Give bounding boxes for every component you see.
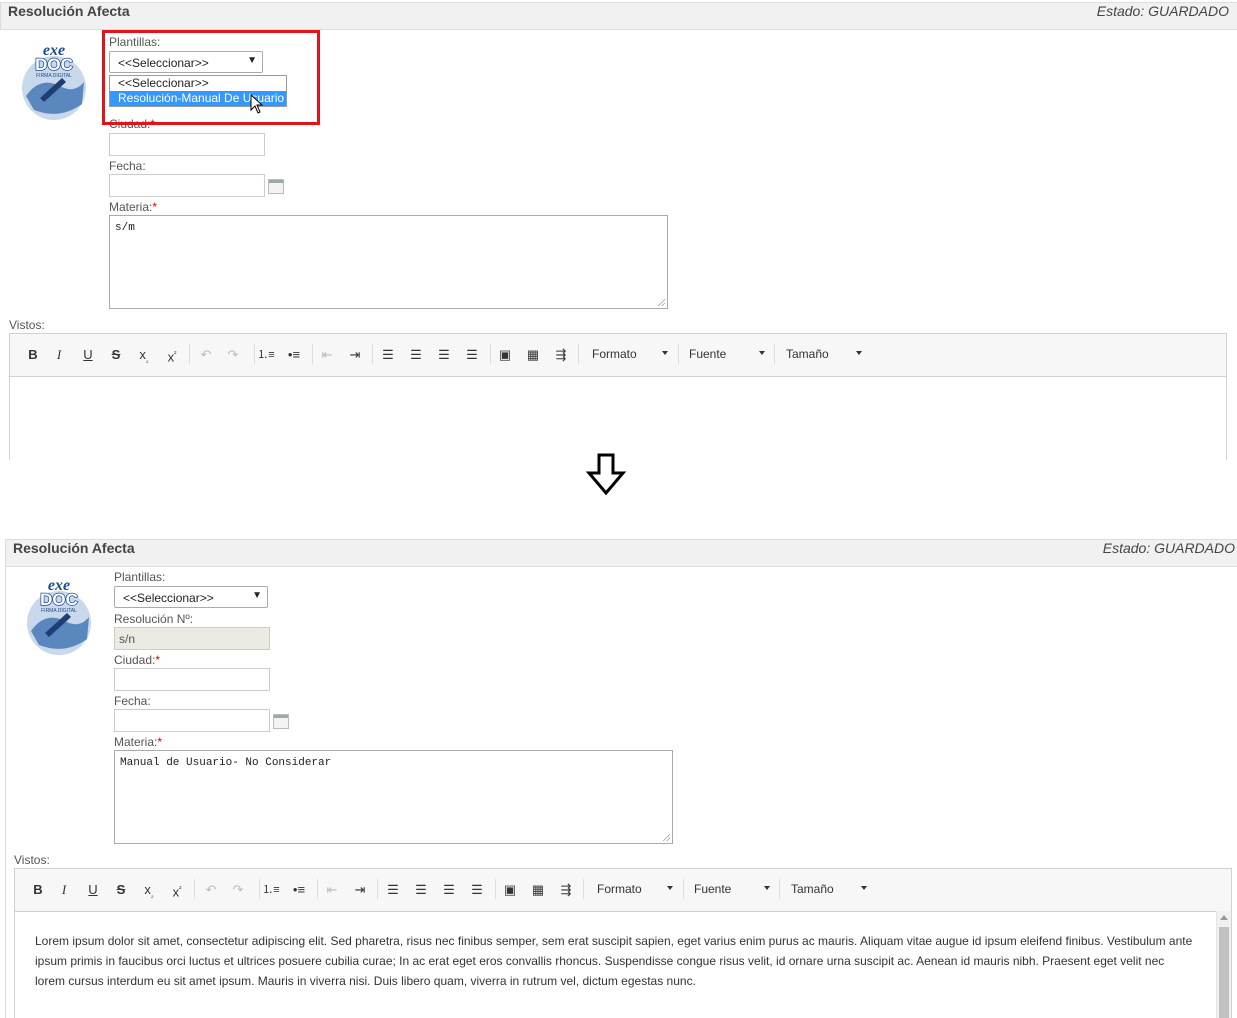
panel-title: Resolución Afecta xyxy=(8,3,130,19)
materia-label: Materia:* xyxy=(109,200,158,214)
redo-icon[interactable]: ↷ xyxy=(223,347,243,363)
undo-icon[interactable]: ↶ xyxy=(201,882,221,898)
size-dropdown[interactable]: Tamaño xyxy=(786,347,864,361)
plantillas-selected: <<Seleccionar>> xyxy=(123,591,214,605)
materia-label: Materia:* xyxy=(114,735,163,749)
resize-handle-icon[interactable] xyxy=(662,833,670,841)
indent-icon[interactable]: ⇥ xyxy=(350,882,370,898)
fecha-field[interactable] xyxy=(109,174,265,197)
vistos-editor[interactable]: B I U S x₂ x² ↶ ↷ ⒈≡ •≡ ⇤ ⇥ ☰ ☰ ☰ ☰ ▣ ▦ … xyxy=(14,868,1232,1018)
align-left-icon[interactable]: ☰ xyxy=(378,347,398,363)
page-break-icon[interactable]: ⇶ xyxy=(556,882,576,898)
strikethrough-icon[interactable]: S xyxy=(111,882,131,898)
editor-content[interactable]: Lorem ipsum dolor sit amet, consectetur … xyxy=(35,931,1195,991)
italic-icon[interactable]: I xyxy=(49,347,69,363)
align-justify-icon[interactable]: ☰ xyxy=(462,347,482,363)
arrow-down-icon xyxy=(585,453,627,495)
ciudad-field[interactable] xyxy=(114,668,270,691)
status-text: Estado: GUARDADO xyxy=(1096,3,1229,19)
vistos-editor[interactable]: B I U S x₂ x² ↶ ↷ ⒈≡ •≡ ⇤ ⇥ ☰ ☰ ☰ ☰ ▣ ▦ … xyxy=(9,333,1227,460)
align-justify-icon[interactable]: ☰ xyxy=(467,882,487,898)
resize-handle-icon[interactable] xyxy=(657,298,665,306)
align-center-icon[interactable]: ☰ xyxy=(411,882,431,898)
redo-icon[interactable]: ↷ xyxy=(228,882,248,898)
status-text: Estado: GUARDADO xyxy=(1102,540,1235,556)
indent-icon[interactable]: ⇥ xyxy=(345,347,365,363)
materia-value: s/m xyxy=(115,222,135,234)
materia-textarea[interactable]: s/m xyxy=(109,215,668,309)
editor-toolbar: B I U S x₂ x² ↶ ↷ ⒈≡ •≡ ⇤ ⇥ ☰ ☰ ☰ ☰ ▣ ▦ … xyxy=(15,869,1231,912)
chevron-down-icon: ▼ xyxy=(252,590,262,601)
table-icon[interactable]: ▦ xyxy=(523,347,543,363)
exedoc-logo: exe DOC FIRMA DIGITAL xyxy=(27,577,91,655)
vistos-label: Vistos: xyxy=(14,853,50,867)
format-dropdown[interactable]: Formato xyxy=(597,882,675,896)
fecha-label: Fecha: xyxy=(114,694,151,708)
panel-title: Resolución Afecta xyxy=(13,540,135,556)
scroll-up-icon[interactable] xyxy=(1220,915,1228,920)
calendar-icon[interactable] xyxy=(268,179,284,194)
editor-toolbar: B I U S x₂ x² ↶ ↷ ⒈≡ •≡ ⇤ ⇥ ☰ ☰ ☰ ☰ ▣ ▦ … xyxy=(10,334,1226,377)
underline-icon[interactable]: U xyxy=(83,882,103,898)
strikethrough-icon[interactable]: S xyxy=(106,347,126,363)
font-dropdown[interactable]: Fuente xyxy=(689,347,767,361)
logo-subtitle: FIRMA DIGITAL xyxy=(36,73,72,79)
align-center-icon[interactable]: ☰ xyxy=(406,347,426,363)
align-right-icon[interactable]: ☰ xyxy=(434,347,454,363)
superscript-icon[interactable]: x² xyxy=(162,347,182,364)
italic-icon[interactable]: I xyxy=(54,882,74,898)
font-dropdown[interactable]: Fuente xyxy=(694,882,772,896)
align-right-icon[interactable]: ☰ xyxy=(439,882,459,898)
vistos-label: Vistos: xyxy=(9,318,45,332)
image-icon[interactable]: ▣ xyxy=(500,882,520,898)
materia-value: Manual de Usuario- No Considerar xyxy=(120,757,332,769)
bulleted-list-icon[interactable]: •≡ xyxy=(289,882,309,898)
resolucion-value: s/n xyxy=(119,632,136,646)
bold-icon[interactable]: B xyxy=(28,882,48,898)
size-dropdown[interactable]: Tamaño xyxy=(791,882,869,896)
fecha-field[interactable] xyxy=(114,709,270,732)
subscript-icon[interactable]: x₂ xyxy=(139,882,159,900)
undo-icon[interactable]: ↶ xyxy=(196,347,216,363)
format-dropdown[interactable]: Formato xyxy=(592,347,670,361)
fecha-label: Fecha: xyxy=(109,159,146,173)
plantillas-select[interactable]: <<Seleccionar>> ▼ xyxy=(114,586,268,608)
subscript-icon[interactable]: x₂ xyxy=(134,347,154,365)
logo-text-doc: DOC xyxy=(40,590,78,609)
exedoc-logo: exe DOC FIRMA DIGITAL xyxy=(22,42,86,120)
numbered-list-icon[interactable]: ⒈≡ xyxy=(261,882,281,898)
logo-text-doc: DOC xyxy=(35,55,73,74)
scroll-thumb[interactable] xyxy=(1219,927,1229,1018)
mouse-cursor-icon xyxy=(250,94,264,114)
annotation-highlight-box xyxy=(102,30,320,125)
calendar-icon[interactable] xyxy=(273,714,289,729)
panel-header: Resolución Afecta Estado: GUARDADO xyxy=(5,539,1237,567)
resolucion-field: s/n xyxy=(114,627,270,650)
materia-textarea[interactable]: Manual de Usuario- No Considerar xyxy=(114,750,673,844)
bold-icon[interactable]: B xyxy=(23,347,43,363)
panel-header: Resolución Afecta Estado: GUARDADO xyxy=(0,2,1237,30)
page-break-icon[interactable]: ⇶ xyxy=(551,347,571,363)
plantillas-label: Plantillas: xyxy=(114,570,166,584)
bulleted-list-icon[interactable]: •≡ xyxy=(284,347,304,363)
before-panel: Resolución Afecta Estado: GUARDADO exe D… xyxy=(0,0,1237,460)
superscript-icon[interactable]: x² xyxy=(167,882,187,899)
underline-icon[interactable]: U xyxy=(78,347,98,363)
outdent-icon[interactable]: ⇤ xyxy=(322,882,342,898)
numbered-list-icon[interactable]: ⒈≡ xyxy=(256,347,276,363)
image-icon[interactable]: ▣ xyxy=(495,347,515,363)
resolucion-label: Resolución Nº: xyxy=(114,612,194,626)
align-left-icon[interactable]: ☰ xyxy=(383,882,403,898)
table-icon[interactable]: ▦ xyxy=(528,882,548,898)
after-panel: Resolución Afecta Estado: GUARDADO exe D… xyxy=(5,537,1237,1018)
outdent-icon[interactable]: ⇤ xyxy=(317,347,337,363)
ciudad-label: Ciudad:* xyxy=(114,653,161,667)
logo-subtitle: FIRMA DIGITAL xyxy=(41,608,77,614)
editor-scrollbar[interactable] xyxy=(1216,911,1231,1018)
ciudad-field[interactable] xyxy=(109,133,265,156)
